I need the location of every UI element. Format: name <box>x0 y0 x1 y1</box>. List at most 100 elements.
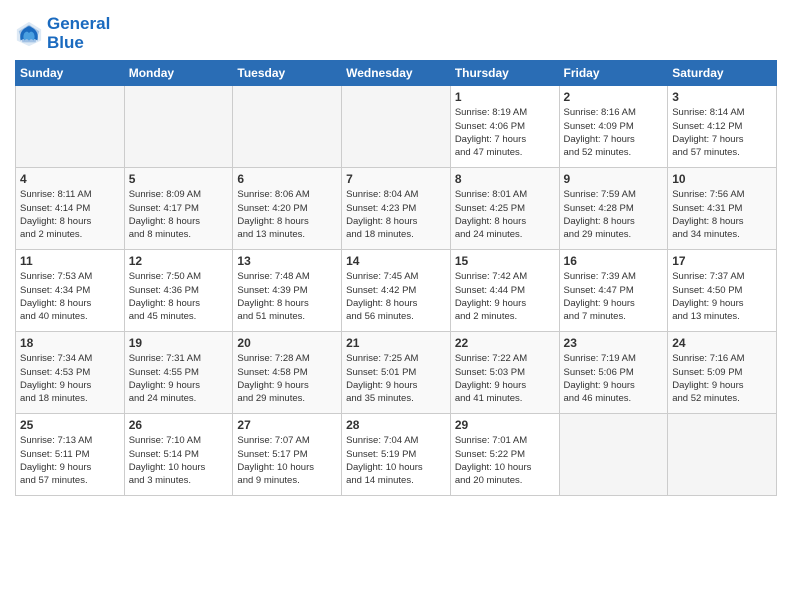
day-number: 7 <box>346 172 446 186</box>
calendar-cell: 9 Sunrise: 7:59 AM Sunset: 4:28 PM Daylig… <box>559 168 668 250</box>
day-number: 11 <box>20 254 120 268</box>
calendar-cell: 12 Sunrise: 7:50 AM Sunset: 4:36 PM Dayli… <box>124 250 233 332</box>
calendar-cell: 23 Sunrise: 7:19 AM Sunset: 5:06 PM Dayli… <box>559 332 668 414</box>
calendar-cell: 24 Sunrise: 7:16 AM Sunset: 5:09 PM Dayli… <box>668 332 777 414</box>
day-info: Sunrise: 7:59 AM Sunset: 4:28 PM Dayligh… <box>564 188 664 241</box>
day-number: 8 <box>455 172 555 186</box>
day-info: Sunrise: 7:31 AM Sunset: 4:55 PM Dayligh… <box>129 352 229 405</box>
day-info: Sunrise: 7:25 AM Sunset: 5:01 PM Dayligh… <box>346 352 446 405</box>
calendar-cell: 16 Sunrise: 7:39 AM Sunset: 4:47 PM Dayli… <box>559 250 668 332</box>
day-info: Sunrise: 7:10 AM Sunset: 5:14 PM Dayligh… <box>129 434 229 487</box>
day-number: 27 <box>237 418 337 432</box>
calendar-cell: 4 Sunrise: 8:11 AM Sunset: 4:14 PM Daylig… <box>16 168 125 250</box>
day-number: 26 <box>129 418 229 432</box>
day-number: 10 <box>672 172 772 186</box>
day-info: Sunrise: 8:16 AM Sunset: 4:09 PM Dayligh… <box>564 106 664 159</box>
calendar-cell: 14 Sunrise: 7:45 AM Sunset: 4:42 PM Dayli… <box>342 250 451 332</box>
calendar-cell: 2 Sunrise: 8:16 AM Sunset: 4:09 PM Daylig… <box>559 86 668 168</box>
day-number: 24 <box>672 336 772 350</box>
logo: General Blue <box>15 15 110 52</box>
weekday-header-row: SundayMondayTuesdayWednesdayThursdayFrid… <box>16 61 777 86</box>
day-number: 29 <box>455 418 555 432</box>
day-info: Sunrise: 7:28 AM Sunset: 4:58 PM Dayligh… <box>237 352 337 405</box>
day-number: 17 <box>672 254 772 268</box>
day-number: 4 <box>20 172 120 186</box>
calendar-cell <box>559 414 668 496</box>
calendar-cell <box>16 86 125 168</box>
weekday-header-tuesday: Tuesday <box>233 61 342 86</box>
day-info: Sunrise: 8:01 AM Sunset: 4:25 PM Dayligh… <box>455 188 555 241</box>
day-number: 2 <box>564 90 664 104</box>
calendar-cell: 28Sunrise: 7:04 AM Sunset: 5:19 PM Dayli… <box>342 414 451 496</box>
day-info: Sunrise: 7:34 AM Sunset: 4:53 PM Dayligh… <box>20 352 120 405</box>
day-number: 3 <box>672 90 772 104</box>
day-info: Sunrise: 7:01 AM Sunset: 5:22 PM Dayligh… <box>455 434 555 487</box>
day-info: Sunrise: 7:50 AM Sunset: 4:36 PM Dayligh… <box>129 270 229 323</box>
calendar-week-2: 4 Sunrise: 8:11 AM Sunset: 4:14 PM Daylig… <box>16 168 777 250</box>
weekday-header-saturday: Saturday <box>668 61 777 86</box>
calendar-cell: 3 Sunrise: 8:14 AM Sunset: 4:12 PM Daylig… <box>668 86 777 168</box>
day-number: 14 <box>346 254 446 268</box>
day-number: 20 <box>237 336 337 350</box>
calendar-cell <box>124 86 233 168</box>
calendar-week-3: 11 Sunrise: 7:53 AM Sunset: 4:34 PM Dayli… <box>16 250 777 332</box>
day-info: Sunrise: 7:48 AM Sunset: 4:39 PM Dayligh… <box>237 270 337 323</box>
calendar-cell: 8 Sunrise: 8:01 AM Sunset: 4:25 PM Daylig… <box>450 168 559 250</box>
calendar-cell: 17 Sunrise: 7:37 AM Sunset: 4:50 PM Dayli… <box>668 250 777 332</box>
calendar-cell: 7Sunrise: 8:04 AM Sunset: 4:23 PM Daylig… <box>342 168 451 250</box>
calendar-week-1: 1Sunrise: 8:19 AM Sunset: 4:06 PM Daylig… <box>16 86 777 168</box>
calendar-week-5: 25Sunrise: 7:13 AM Sunset: 5:11 PM Dayli… <box>16 414 777 496</box>
day-info: Sunrise: 7:37 AM Sunset: 4:50 PM Dayligh… <box>672 270 772 323</box>
calendar-cell: 11 Sunrise: 7:53 AM Sunset: 4:34 PM Dayli… <box>16 250 125 332</box>
header: General Blue <box>15 10 777 52</box>
day-info: Sunrise: 7:22 AM Sunset: 5:03 PM Dayligh… <box>455 352 555 405</box>
logo-icon <box>15 20 43 48</box>
calendar-cell: 22Sunrise: 7:22 AM Sunset: 5:03 PM Dayli… <box>450 332 559 414</box>
day-info: Sunrise: 7:56 AM Sunset: 4:31 PM Dayligh… <box>672 188 772 241</box>
day-info: Sunrise: 7:42 AM Sunset: 4:44 PM Dayligh… <box>455 270 555 323</box>
day-info: Sunrise: 8:11 AM Sunset: 4:14 PM Dayligh… <box>20 188 120 241</box>
calendar-cell: 5 Sunrise: 8:09 AM Sunset: 4:17 PM Daylig… <box>124 168 233 250</box>
logo-text: General Blue <box>47 15 110 52</box>
day-info: Sunrise: 7:53 AM Sunset: 4:34 PM Dayligh… <box>20 270 120 323</box>
day-number: 1 <box>455 90 555 104</box>
day-number: 23 <box>564 336 664 350</box>
page: General Blue SundayMondayTuesdayWednesda… <box>0 0 792 612</box>
calendar-cell: 10 Sunrise: 7:56 AM Sunset: 4:31 PM Dayli… <box>668 168 777 250</box>
calendar-week-4: 18 Sunrise: 7:34 AM Sunset: 4:53 PM Dayli… <box>16 332 777 414</box>
day-info: Sunrise: 7:19 AM Sunset: 5:06 PM Dayligh… <box>564 352 664 405</box>
calendar-cell <box>233 86 342 168</box>
day-number: 6 <box>237 172 337 186</box>
day-number: 16 <box>564 254 664 268</box>
day-number: 9 <box>564 172 664 186</box>
day-info: Sunrise: 8:14 AM Sunset: 4:12 PM Dayligh… <box>672 106 772 159</box>
weekday-header-monday: Monday <box>124 61 233 86</box>
day-number: 13 <box>237 254 337 268</box>
calendar-cell: 19 Sunrise: 7:31 AM Sunset: 4:55 PM Dayli… <box>124 332 233 414</box>
day-info: Sunrise: 7:45 AM Sunset: 4:42 PM Dayligh… <box>346 270 446 323</box>
calendar-cell: 18 Sunrise: 7:34 AM Sunset: 4:53 PM Dayli… <box>16 332 125 414</box>
calendar-cell <box>668 414 777 496</box>
calendar-cell: 25Sunrise: 7:13 AM Sunset: 5:11 PM Dayli… <box>16 414 125 496</box>
day-number: 19 <box>129 336 229 350</box>
day-number: 5 <box>129 172 229 186</box>
weekday-header-thursday: Thursday <box>450 61 559 86</box>
day-info: Sunrise: 7:39 AM Sunset: 4:47 PM Dayligh… <box>564 270 664 323</box>
calendar-cell: 26 Sunrise: 7:10 AM Sunset: 5:14 PM Dayli… <box>124 414 233 496</box>
weekday-header-wednesday: Wednesday <box>342 61 451 86</box>
calendar: SundayMondayTuesdayWednesdayThursdayFrid… <box>15 60 777 496</box>
calendar-cell: 20 Sunrise: 7:28 AM Sunset: 4:58 PM Dayli… <box>233 332 342 414</box>
day-info: Sunrise: 8:09 AM Sunset: 4:17 PM Dayligh… <box>129 188 229 241</box>
calendar-cell: 1Sunrise: 8:19 AM Sunset: 4:06 PM Daylig… <box>450 86 559 168</box>
day-number: 15 <box>455 254 555 268</box>
day-info: Sunrise: 7:16 AM Sunset: 5:09 PM Dayligh… <box>672 352 772 405</box>
day-number: 12 <box>129 254 229 268</box>
calendar-cell: 29 Sunrise: 7:01 AM Sunset: 5:22 PM Dayli… <box>450 414 559 496</box>
day-number: 21 <box>346 336 446 350</box>
day-info: Sunrise: 8:06 AM Sunset: 4:20 PM Dayligh… <box>237 188 337 241</box>
day-number: 18 <box>20 336 120 350</box>
day-info: Sunrise: 7:04 AM Sunset: 5:19 PM Dayligh… <box>346 434 446 487</box>
calendar-cell: 21 Sunrise: 7:25 AM Sunset: 5:01 PM Dayli… <box>342 332 451 414</box>
calendar-cell <box>342 86 451 168</box>
day-info: Sunrise: 7:13 AM Sunset: 5:11 PM Dayligh… <box>20 434 120 487</box>
